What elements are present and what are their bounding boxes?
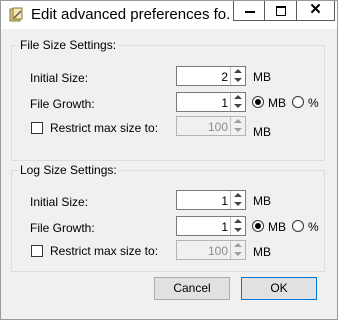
maximize-icon bbox=[276, 6, 286, 16]
close-button[interactable]: ✕ bbox=[297, 1, 335, 21]
file-initial-size-label: Initial Size: bbox=[30, 71, 89, 85]
spin-down-icon[interactable] bbox=[234, 104, 242, 108]
file-size-group-label: File Size Settings: bbox=[18, 38, 119, 52]
log-restrict-value: 100 bbox=[207, 244, 228, 258]
log-size-group-label: Log Size Settings: bbox=[18, 163, 119, 177]
file-growth-stepper[interactable]: 1 bbox=[176, 92, 246, 112]
log-restrict-stepper[interactable]: 100 bbox=[176, 240, 246, 260]
spin-up-icon[interactable] bbox=[234, 243, 242, 247]
file-growth-value: 1 bbox=[221, 96, 228, 110]
log-initial-size-value: 1 bbox=[221, 194, 228, 208]
window-title: Edit advanced preferences fo... bbox=[31, 6, 231, 23]
file-initial-size-value: 2 bbox=[221, 70, 228, 84]
file-initial-size-spin-arrows[interactable] bbox=[230, 67, 245, 85]
log-restrict-spin-arrows[interactable] bbox=[230, 241, 245, 259]
file-restrict-checkbox[interactable] bbox=[31, 122, 43, 134]
dialog-content: File Size Settings: Initial Size: 2 MB F… bbox=[1, 29, 337, 319]
app-icon bbox=[9, 7, 23, 22]
spin-up-icon[interactable] bbox=[234, 119, 242, 123]
title-bar[interactable]: Edit advanced preferences fo... ✕ bbox=[1, 1, 337, 29]
file-growth-percent-label: % bbox=[308, 96, 319, 110]
minimize-icon bbox=[245, 11, 255, 13]
log-restrict-unit: MB bbox=[253, 245, 271, 259]
file-growth-mb-label: MB bbox=[268, 96, 286, 110]
log-size-group: Log Size Settings: Initial Size: 1 MB Fi… bbox=[11, 163, 325, 272]
file-initial-size-stepper[interactable]: 2 bbox=[176, 66, 246, 86]
spin-down-icon[interactable] bbox=[234, 128, 242, 132]
log-growth-stepper[interactable]: 1 bbox=[176, 216, 246, 236]
log-initial-size-stepper[interactable]: 1 bbox=[176, 190, 246, 210]
log-growth-label: File Growth: bbox=[30, 221, 95, 235]
file-restrict-label: Restrict max size to: bbox=[50, 121, 159, 135]
file-initial-size-unit: MB bbox=[253, 70, 271, 84]
file-growth-spin-arrows[interactable] bbox=[230, 93, 245, 111]
log-initial-size-label: Initial Size: bbox=[30, 195, 89, 209]
log-growth-value: 1 bbox=[221, 220, 228, 234]
log-initial-size-unit: MB bbox=[253, 194, 271, 208]
log-restrict-checkbox[interactable] bbox=[31, 245, 43, 257]
spin-up-icon[interactable] bbox=[234, 95, 242, 99]
log-growth-percent-label: % bbox=[308, 220, 319, 234]
log-initial-size-spin-arrows[interactable] bbox=[230, 191, 245, 209]
file-growth-percent-radio[interactable] bbox=[292, 96, 304, 108]
spin-down-icon[interactable] bbox=[234, 252, 242, 256]
spin-down-icon[interactable] bbox=[234, 228, 242, 232]
log-restrict-label: Restrict max size to: bbox=[50, 244, 159, 258]
file-restrict-stepper[interactable]: 100 bbox=[176, 116, 246, 136]
spin-up-icon[interactable] bbox=[234, 69, 242, 73]
log-growth-percent-radio[interactable] bbox=[292, 220, 304, 232]
minimize-button[interactable] bbox=[233, 1, 265, 21]
spin-up-icon[interactable] bbox=[234, 193, 242, 197]
file-growth-mb-radio[interactable] bbox=[252, 96, 264, 108]
file-restrict-spin-arrows[interactable] bbox=[230, 117, 245, 135]
ok-button[interactable]: OK bbox=[241, 277, 317, 300]
log-growth-mb-radio[interactable] bbox=[252, 220, 264, 232]
file-restrict-value: 100 bbox=[207, 120, 228, 134]
cancel-button[interactable]: Cancel bbox=[154, 277, 230, 300]
log-growth-mb-label: MB bbox=[268, 220, 286, 234]
spin-down-icon[interactable] bbox=[234, 78, 242, 82]
file-growth-label: File Growth: bbox=[30, 97, 95, 111]
dialog-window: Edit advanced preferences fo... ✕ File S… bbox=[0, 0, 338, 320]
file-restrict-unit: MB bbox=[253, 125, 271, 139]
file-size-group: File Size Settings: Initial Size: 2 MB F… bbox=[11, 38, 325, 161]
log-growth-spin-arrows[interactable] bbox=[230, 217, 245, 235]
maximize-button[interactable] bbox=[265, 1, 297, 21]
close-icon: ✕ bbox=[309, 1, 322, 18]
spin-down-icon[interactable] bbox=[234, 202, 242, 206]
spin-up-icon[interactable] bbox=[234, 219, 242, 223]
